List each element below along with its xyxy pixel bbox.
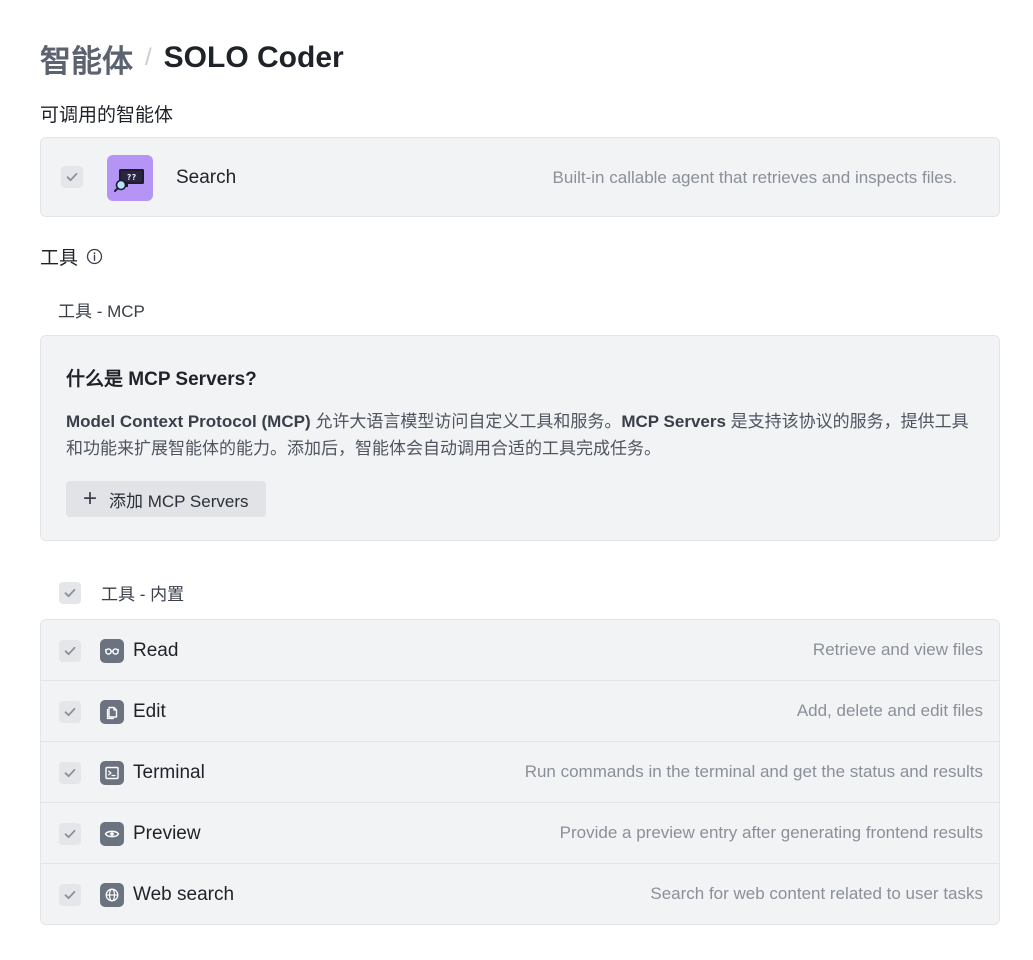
- agent-description: Built-in callable agent that retrieves a…: [552, 168, 957, 187]
- plus-icon: +: [83, 485, 98, 512]
- agent-name: Search: [176, 167, 237, 188]
- breadcrumb-root[interactable]: 智能体: [40, 36, 133, 81]
- tool-description: Provide a preview entry after generating…: [559, 823, 983, 842]
- tool-preview-checkbox[interactable]: [59, 823, 81, 845]
- mcp-section-label: 工具 - MCP: [58, 297, 145, 322]
- agents-section-title: 可调用的智能体: [40, 105, 174, 126]
- page-title: SOLO Coder: [163, 41, 344, 74]
- builtin-tools-checkbox[interactable]: [59, 581, 81, 604]
- check-icon: [64, 829, 76, 839]
- globe-icon: [100, 883, 124, 907]
- tool-edit-checkbox[interactable]: [59, 701, 81, 723]
- tool-description: Add, delete and edit files: [796, 701, 983, 720]
- mcp-section-title: 工具 - MCP: [58, 302, 145, 321]
- agent-item-search: ?? Search Built-in callable agent that r…: [40, 137, 1000, 217]
- breadcrumb-separator: /: [145, 44, 152, 71]
- mcp-desc-term-protocol: Model Context Protocol (MCP): [66, 412, 311, 431]
- check-icon: [66, 172, 78, 182]
- tool-description: Search for web content related to user t…: [650, 884, 983, 903]
- builtin-tools-list: Read Retrieve and view files Edit Add, d…: [40, 619, 1000, 925]
- tools-section-label: 工具: [40, 243, 103, 270]
- mcp-desc-text-1: 允许大语言模型访问自定义工具和服务。: [310, 412, 622, 431]
- mcp-info-card: 什么是 MCP Servers? Model Context Protocol …: [40, 335, 1000, 541]
- tool-description: Retrieve and view files: [812, 640, 983, 659]
- info-circle-icon[interactable]: [86, 248, 103, 265]
- mcp-card-description: Model Context Protocol (MCP) 允许大语言模型访问自定…: [66, 408, 981, 462]
- mcp-card-title: 什么是 MCP Servers?: [66, 369, 257, 390]
- tool-name: Web search: [133, 884, 235, 905]
- tool-item-read: Read Retrieve and view files: [41, 620, 999, 681]
- check-icon: [64, 646, 76, 656]
- check-icon: [64, 768, 76, 778]
- mcp-desc-term-servers: MCP Servers: [621, 412, 726, 431]
- terminal-icon: [100, 761, 124, 785]
- search-agent-avatar: ??: [107, 155, 153, 201]
- glasses-icon: [100, 639, 124, 663]
- tool-name: Preview: [133, 823, 201, 844]
- breadcrumb: 智能体 / SOLO Coder: [40, 36, 344, 81]
- agent-search-checkbox[interactable]: [61, 166, 83, 188]
- file-copy-icon: [100, 700, 124, 724]
- tool-read-checkbox[interactable]: [59, 640, 81, 662]
- tool-item-terminal: Terminal Run commands in the terminal an…: [41, 742, 999, 803]
- tool-name: Terminal: [133, 762, 205, 783]
- add-mcp-servers-label: 添加 MCP Servers: [109, 491, 249, 511]
- builtin-tools-header: 工具 - 内置: [59, 580, 184, 605]
- tool-item-preview: Preview Provide a preview entry after ge…: [41, 803, 999, 864]
- tool-terminal-checkbox[interactable]: [59, 762, 81, 784]
- tool-name: Read: [133, 640, 179, 661]
- check-icon: [64, 588, 76, 597]
- tool-item-edit: Edit Add, delete and edit files: [41, 681, 999, 742]
- search-agent-icon: ??: [114, 169, 144, 192]
- svg-text:??: ??: [127, 173, 137, 182]
- tool-description: Run commands in the terminal and get the…: [524, 762, 983, 781]
- tools-section-title: 工具: [40, 248, 79, 269]
- check-icon: [64, 890, 76, 900]
- check-icon: [64, 707, 76, 717]
- eye-icon: [100, 822, 124, 846]
- agents-section-label: 可调用的智能体: [40, 100, 173, 127]
- tool-item-web-search: Web search Search for web content relate…: [41, 864, 999, 924]
- tool-name: Edit: [133, 701, 166, 722]
- tool-web-search-checkbox[interactable]: [59, 884, 81, 906]
- builtin-tools-label: 工具 - 内置: [101, 585, 185, 604]
- add-mcp-servers-button[interactable]: + 添加 MCP Servers: [66, 481, 266, 517]
